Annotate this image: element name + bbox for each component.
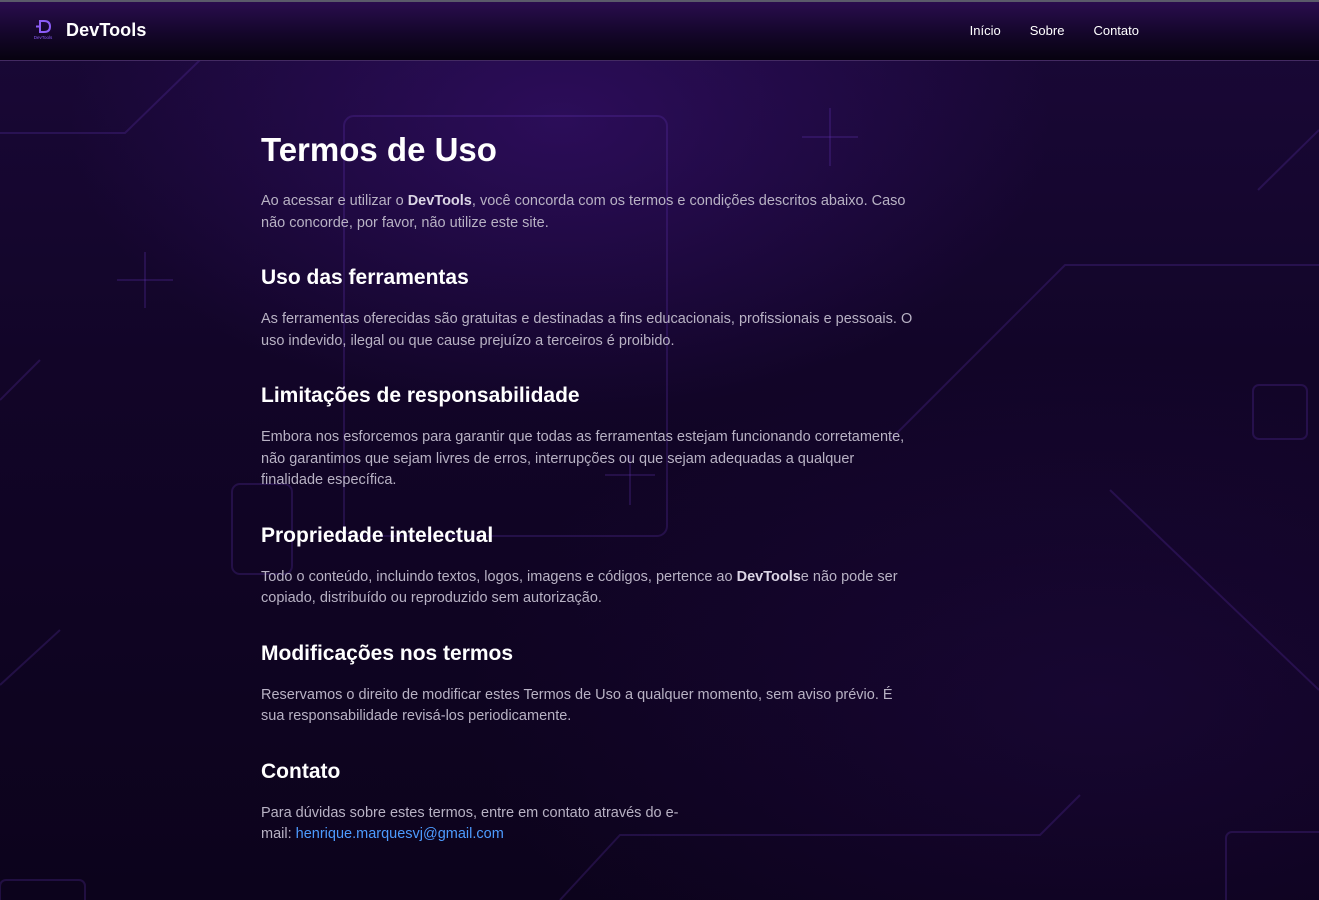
top-navbar: DevTools DevTools Início Sobre Contato <box>0 0 1319 61</box>
nav-link-inicio[interactable]: Início <box>970 23 1001 38</box>
main-nav: Início Sobre Contato <box>970 23 1139 38</box>
nav-link-contato[interactable]: Contato <box>1093 23 1139 38</box>
propriedade-text-start: Todo o conteúdo, incluindo textos, logos… <box>261 568 737 585</box>
section-text-modificacoes: Reservamos o direito de modificar estes … <box>261 686 893 725</box>
terms-content: Termos de Uso Ao acessar e utilizar o De… <box>261 130 916 846</box>
devtools-logo-icon: DevTools <box>34 20 53 40</box>
logo-mark-text: DevTools <box>34 35 53 40</box>
nav-link-sobre[interactable]: Sobre <box>1030 23 1065 38</box>
section-text-propriedade: Todo o conteúdo, incluindo textos, logos… <box>261 567 916 610</box>
intro-brand: DevTools <box>407 193 472 209</box>
brand-name: DevTools <box>66 19 147 40</box>
section-text-contato: Para dúvidas sobre estes termos, entre e… <box>261 803 706 846</box>
intro-paragraph: Ao acessar e utilizar o DevTools, você c… <box>261 191 916 234</box>
page-title: Termos de Uso <box>261 131 497 168</box>
logo-link[interactable]: DevTools DevTools <box>30 19 147 41</box>
propriedade-brand: DevTools <box>736 568 801 585</box>
section-text-limitacoes: Embora nos esforcemos para garantir que … <box>261 429 905 488</box>
section-heading-uso: Uso das ferramentas <box>261 266 469 289</box>
section-heading-modificacoes: Modificações nos termos <box>261 641 514 665</box>
contact-email-link[interactable]: henrique.marquesvj@gmail.com <box>296 826 504 842</box>
section-text-uso: As ferramentas oferecidas são gratuitas … <box>261 311 913 349</box>
section-heading-limitacoes: Limitações de responsabilidade <box>261 384 580 407</box>
section-heading-propriedade: Propriedade intelectual <box>261 523 494 547</box>
intro-text-start: Ao acessar e utilizar o <box>261 193 408 209</box>
section-heading-contato: Contato <box>261 759 341 783</box>
page: DevTools DevTools Início Sobre Contato T… <box>0 0 1319 900</box>
